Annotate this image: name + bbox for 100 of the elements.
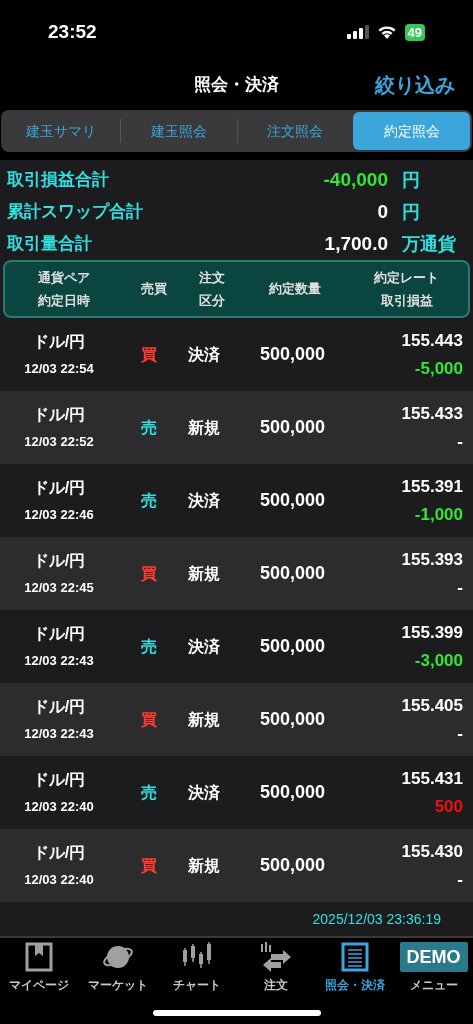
column-header: 売買: [141, 280, 167, 299]
trade-profit: -: [457, 723, 463, 745]
order-type: 新規: [188, 417, 220, 438]
trade-quantity: 500,000: [259, 489, 326, 512]
currency-pair: ドル/円: [32, 843, 86, 864]
demo-badge: DEMO: [399, 942, 468, 972]
trade-time: 12/03 22:40: [24, 798, 94, 817]
trade-rate: 155.393: [401, 548, 463, 571]
trade-row[interactable]: ドル/円 12/03 22:45 買 新規 500,000 155.393 -: [0, 537, 473, 610]
order-type: 新規: [188, 709, 220, 730]
segment-tab[interactable]: 注文照会: [237, 112, 354, 150]
order-type: 決済: [188, 782, 220, 803]
trade-rate: 155.405: [401, 694, 463, 717]
trade-row[interactable]: ドル/円 12/03 22:43 売 決済 500,000 155.399 -3,000: [0, 610, 473, 683]
battery-indicator: 49: [404, 23, 425, 41]
trade-row[interactable]: ドル/円 12/03 22:54 買 決済 500,000 155.443 -5,000: [0, 318, 473, 391]
summary-label: 取引量合計: [7, 233, 92, 256]
trade-side: 買: [141, 344, 157, 365]
trade-time: 12/03 22:46: [24, 506, 94, 525]
column-header: 取引損益: [380, 292, 433, 310]
trade-row[interactable]: ドル/円 12/03 22:43 買 新規 500,000 155.405 -: [0, 683, 473, 756]
screen-title: 照会・決済: [194, 73, 279, 96]
trade-rate: 155.430: [401, 840, 463, 863]
exchange-arrows-icon: [258, 942, 293, 972]
column-header: 通貨ペア: [38, 268, 90, 287]
trade-row[interactable]: ドル/円 12/03 22:46 売 決済 500,000 155.391 -1,000: [0, 464, 473, 537]
trade-row[interactable]: ドル/円 12/03 22:40 買 新規 500,000 155.430 -: [0, 829, 473, 902]
segment-tab[interactable]: 建玉サマリ: [3, 112, 120, 150]
nav-tab[interactable]: DEMO メニュー: [394, 942, 473, 1003]
order-type: 決済: [188, 344, 220, 365]
nav-tab[interactable]: チャート: [157, 942, 237, 1003]
nav-tab[interactable]: 照会・決済: [315, 942, 395, 1003]
currency-pair: ドル/円: [32, 405, 86, 426]
trade-rate: 155.399: [401, 621, 463, 644]
order-type: 新規: [188, 563, 220, 584]
currency-pair: ドル/円: [32, 551, 86, 572]
trade-quantity: 500,000: [259, 781, 326, 804]
column-header: 約定日時: [38, 292, 90, 310]
nav-tab[interactable]: 注文: [236, 942, 316, 1003]
column-header: 区分: [199, 292, 225, 310]
summary-value: 1,700.0: [324, 231, 388, 256]
summary-label: 累計スワップ合計: [7, 201, 143, 224]
trade-quantity: 500,000: [259, 562, 326, 585]
trade-rate: 155.443: [401, 329, 463, 352]
trade-time: 12/03 22:54: [24, 360, 94, 379]
trade-side: 買: [141, 855, 157, 876]
filter-button[interactable]: 絞り込み: [375, 69, 455, 100]
summary-unit: 円: [401, 168, 421, 192]
trade-profit: -: [457, 577, 463, 599]
currency-pair: ドル/円: [32, 478, 86, 499]
trade-profit: -3,000: [414, 650, 463, 672]
trade-quantity: 500,000: [259, 416, 326, 439]
update-timestamp: 2025/12/03 23:36:19: [312, 909, 441, 929]
order-type: 決済: [188, 490, 220, 511]
trade-row[interactable]: ドル/円 12/03 22:52 売 新規 500,000 155.433 -: [0, 391, 473, 464]
currency-pair: ドル/円: [32, 332, 86, 353]
order-type: 新規: [188, 855, 220, 876]
column-header: 注文: [199, 268, 225, 287]
trade-time: 12/03 22:45: [24, 579, 94, 598]
bookmark-page-icon: [25, 942, 54, 972]
summary-unit: 円: [401, 200, 421, 224]
summary-unit: 万通貨: [401, 232, 457, 256]
summary-value: -40,000: [323, 167, 388, 192]
order-type: 決済: [188, 636, 220, 657]
trade-quantity: 500,000: [259, 854, 326, 877]
trade-profit: -: [457, 869, 463, 891]
currency-pair: ドル/円: [32, 770, 86, 791]
trade-time: 12/03 22:43: [24, 652, 94, 671]
nav-tab[interactable]: マーケット: [78, 942, 158, 1003]
currency-pair: ドル/円: [32, 624, 86, 645]
summary-value: 0: [377, 199, 388, 224]
column-header: 約定数量: [269, 280, 321, 299]
trade-profit: 500: [434, 796, 463, 818]
trade-time: 12/03 22:52: [24, 433, 94, 452]
trade-profit: -: [457, 431, 463, 453]
trade-side: 買: [141, 709, 157, 730]
currency-pair: ドル/円: [32, 697, 86, 718]
trade-side: 売: [141, 417, 157, 438]
trade-side: 売: [141, 636, 157, 657]
wifi-icon: [376, 25, 397, 39]
summary-label: 取引損益合計: [7, 169, 109, 192]
column-header: 約定レート: [374, 268, 439, 287]
trade-quantity: 500,000: [259, 635, 326, 658]
segment-tab[interactable]: 建玉照会: [120, 112, 237, 150]
signal-icon: [346, 25, 369, 39]
trade-profit: -5,000: [414, 358, 463, 380]
trade-rate: 155.431: [401, 767, 463, 790]
list-document-icon: [340, 942, 369, 972]
trade-time: 12/03 22:43: [24, 725, 94, 744]
trade-rate: 155.391: [401, 475, 463, 498]
status-time: 23:52: [48, 19, 97, 44]
nav-tab[interactable]: マイページ: [0, 942, 79, 1003]
trade-time: 12/03 22:40: [24, 871, 94, 890]
trade-side: 買: [141, 563, 157, 584]
trade-profit: -1,000: [414, 504, 463, 526]
trade-row[interactable]: ドル/円 12/03 22:40 売 決済 500,000 155.431 500: [0, 756, 473, 829]
trade-rate: 155.433: [401, 402, 463, 425]
trade-quantity: 500,000: [259, 708, 326, 731]
trade-side: 売: [141, 782, 157, 803]
trade-side: 売: [141, 490, 157, 511]
